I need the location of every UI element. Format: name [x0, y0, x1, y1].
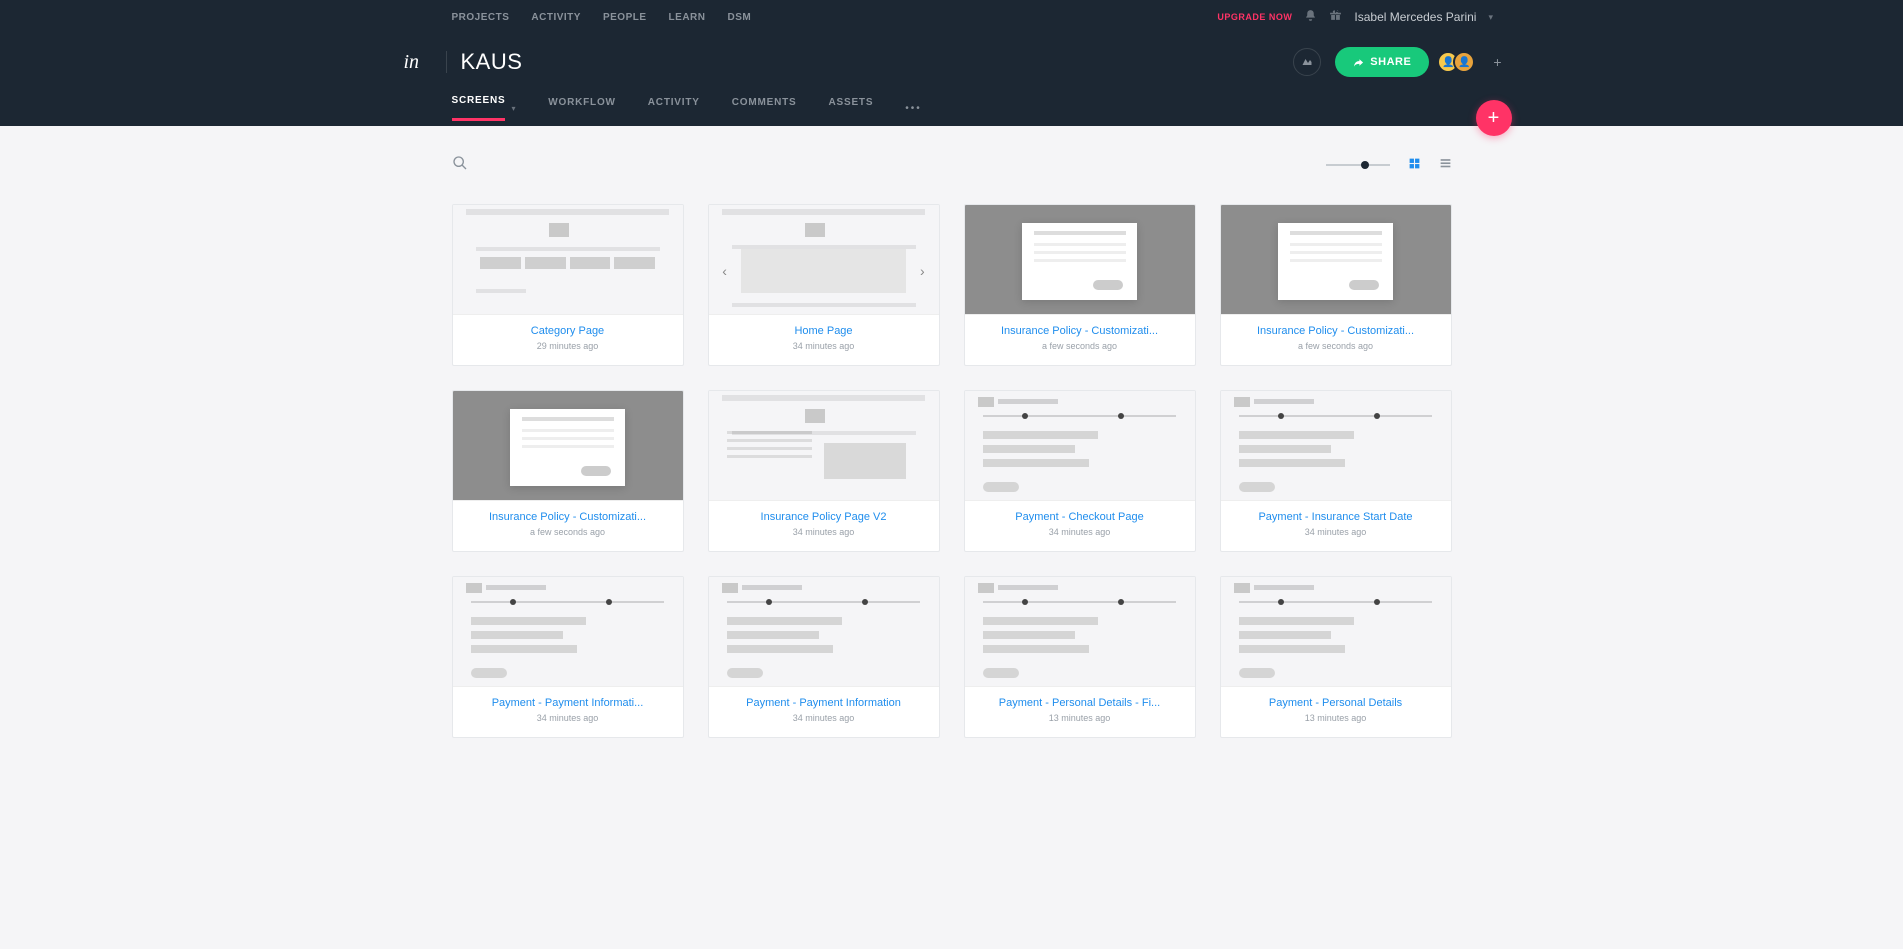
screen-title: Payment - Insurance Start Date	[1229, 511, 1443, 523]
avatar[interactable]: 👤	[1453, 51, 1475, 73]
invision-logo[interactable]: in	[402, 51, 432, 74]
screen-thumbnail	[965, 577, 1195, 687]
screen-title: Payment - Payment Informati...	[461, 697, 675, 709]
tab-assets[interactable]: ASSETS	[828, 97, 873, 120]
share-icon	[1353, 57, 1364, 68]
screen-info: Payment - Personal Details - Fi... 13 min…	[965, 687, 1195, 737]
screen-time: 29 minutes ago	[461, 341, 675, 351]
screen-time: 34 minutes ago	[973, 527, 1187, 537]
tab-workflow[interactable]: WORKFLOW	[548, 97, 616, 120]
collaborator-avatars[interactable]: 👤 👤	[1443, 51, 1475, 73]
screen-thumbnail	[453, 577, 683, 687]
screen-title: Payment - Personal Details	[1229, 697, 1443, 709]
upgrade-link[interactable]: UPGRADE NOW	[1217, 12, 1292, 22]
nav-dsm[interactable]: DSM	[728, 12, 752, 23]
screen-card[interactable]: Payment - Personal Details 13 minutes ago	[1220, 576, 1452, 738]
screen-thumbnail	[1221, 577, 1451, 687]
nav-people[interactable]: PEOPLE	[603, 12, 647, 23]
screen-thumbnail	[1221, 391, 1451, 501]
screen-card[interactable]: Payment - Payment Informati... 34 minutes…	[452, 576, 684, 738]
screen-info: Payment - Payment Information 34 minutes …	[709, 687, 939, 737]
screen-title: Category Page	[461, 325, 675, 337]
screen-time: a few seconds ago	[1229, 341, 1443, 351]
username[interactable]: Isabel Mercedes Parini	[1354, 10, 1476, 24]
screen-info: Insurance Policy - Customizati... a few s…	[965, 315, 1195, 365]
screen-info: Payment - Checkout Page 34 minutes ago	[965, 501, 1195, 551]
screen-info: Category Page 29 minutes ago	[453, 315, 683, 365]
screen-title: Insurance Policy Page V2	[717, 511, 931, 523]
screen-card[interactable]: Category Page 29 minutes ago	[452, 204, 684, 366]
screen-info: Insurance Policy - Customizati... a few s…	[453, 501, 683, 551]
screen-card[interactable]: Payment - Checkout Page 34 minutes ago	[964, 390, 1196, 552]
screen-time: 34 minutes ago	[717, 713, 931, 723]
screen-title: Insurance Policy - Customizati...	[973, 325, 1187, 337]
nav-projects[interactable]: PROJECTS	[452, 12, 510, 23]
list-view-icon[interactable]	[1439, 157, 1452, 173]
zoom-slider[interactable]	[1326, 164, 1390, 166]
chevron-down-icon[interactable]: ▾	[1488, 12, 1493, 23]
screen-info: Payment - Personal Details 13 minutes ago	[1221, 687, 1451, 737]
screen-title: Payment - Payment Information	[717, 697, 931, 709]
screen-thumbnail	[453, 205, 683, 315]
add-collaborator-button[interactable]: +	[1493, 54, 1501, 70]
screen-card[interactable]: Payment - Insurance Start Date 34 minutes…	[1220, 390, 1452, 552]
screen-time: 34 minutes ago	[461, 713, 675, 723]
screen-thumbnail: ‹›	[709, 205, 939, 315]
screen-info: Insurance Policy Page V2 34 minutes ago	[709, 501, 939, 551]
tab-activity[interactable]: ACTIVITY	[648, 97, 700, 120]
project-title: KAUS	[461, 49, 523, 75]
nav-learn[interactable]: LEARN	[669, 12, 706, 23]
screen-title: Payment - Checkout Page	[973, 511, 1187, 523]
screen-thumbnail	[965, 205, 1195, 315]
screen-time: a few seconds ago	[461, 527, 675, 537]
screen-title: Insurance Policy - Customizati...	[461, 511, 675, 523]
screen-card[interactable]: Payment - Personal Details - Fi... 13 min…	[964, 576, 1196, 738]
share-label: SHARE	[1370, 56, 1411, 68]
gift-icon[interactable]	[1329, 9, 1342, 25]
screen-title: Insurance Policy - Customizati...	[1229, 325, 1443, 337]
screen-thumbnail	[709, 391, 939, 501]
top-nav: PROJECTS ACTIVITY PEOPLE LEARN DSM	[402, 12, 752, 23]
screen-time: a few seconds ago	[973, 341, 1187, 351]
screen-time: 34 minutes ago	[717, 341, 931, 351]
screen-card[interactable]: Insurance Policy - Customizati... a few s…	[452, 390, 684, 552]
project-tabs: SCREENS ▾ WORKFLOW ACTIVITY COMMENTS ASS…	[402, 90, 1502, 126]
screen-card[interactable]: ‹› Home Page 34 minutes ago	[708, 204, 940, 366]
divider	[446, 51, 447, 73]
screen-card[interactable]: Insurance Policy - Customizati... a few s…	[1220, 204, 1452, 366]
screen-info: Insurance Policy - Customizati... a few s…	[1221, 315, 1451, 365]
freehand-button[interactable]	[1293, 48, 1321, 76]
tab-screens[interactable]: SCREENS	[452, 95, 506, 121]
screen-info: Payment - Insurance Start Date 34 minutes…	[1221, 501, 1451, 551]
bell-icon[interactable]	[1304, 9, 1317, 25]
tab-more[interactable]: •••	[905, 103, 922, 114]
screen-info: Home Page 34 minutes ago	[709, 315, 939, 365]
screen-card[interactable]: Insurance Policy - Customizati... a few s…	[964, 204, 1196, 366]
share-button[interactable]: SHARE	[1335, 47, 1429, 77]
screen-info: Payment - Payment Informati... 34 minutes…	[453, 687, 683, 737]
screen-time: 34 minutes ago	[1229, 527, 1443, 537]
add-screen-fab[interactable]: +	[1476, 100, 1512, 136]
screen-thumbnail	[965, 391, 1195, 501]
chevron-down-icon[interactable]: ▾	[511, 104, 516, 113]
screen-thumbnail	[1221, 205, 1451, 315]
search-icon[interactable]	[452, 155, 468, 176]
screen-card[interactable]: Insurance Policy Page V2 34 minutes ago	[708, 390, 940, 552]
tab-comments[interactable]: COMMENTS	[732, 97, 797, 120]
screen-thumbnail	[453, 391, 683, 501]
screen-time: 34 minutes ago	[717, 527, 931, 537]
nav-activity[interactable]: ACTIVITY	[531, 12, 581, 23]
screen-time: 13 minutes ago	[1229, 713, 1443, 723]
screen-title: Home Page	[717, 325, 931, 337]
screen-card[interactable]: Payment - Payment Information 34 minutes …	[708, 576, 940, 738]
screen-title: Payment - Personal Details - Fi...	[973, 697, 1187, 709]
screens-grid: Category Page 29 minutes ago ‹› Home Page 34…	[452, 204, 1452, 738]
grid-view-icon[interactable]	[1408, 157, 1421, 173]
screen-thumbnail	[709, 577, 939, 687]
screen-time: 13 minutes ago	[973, 713, 1187, 723]
